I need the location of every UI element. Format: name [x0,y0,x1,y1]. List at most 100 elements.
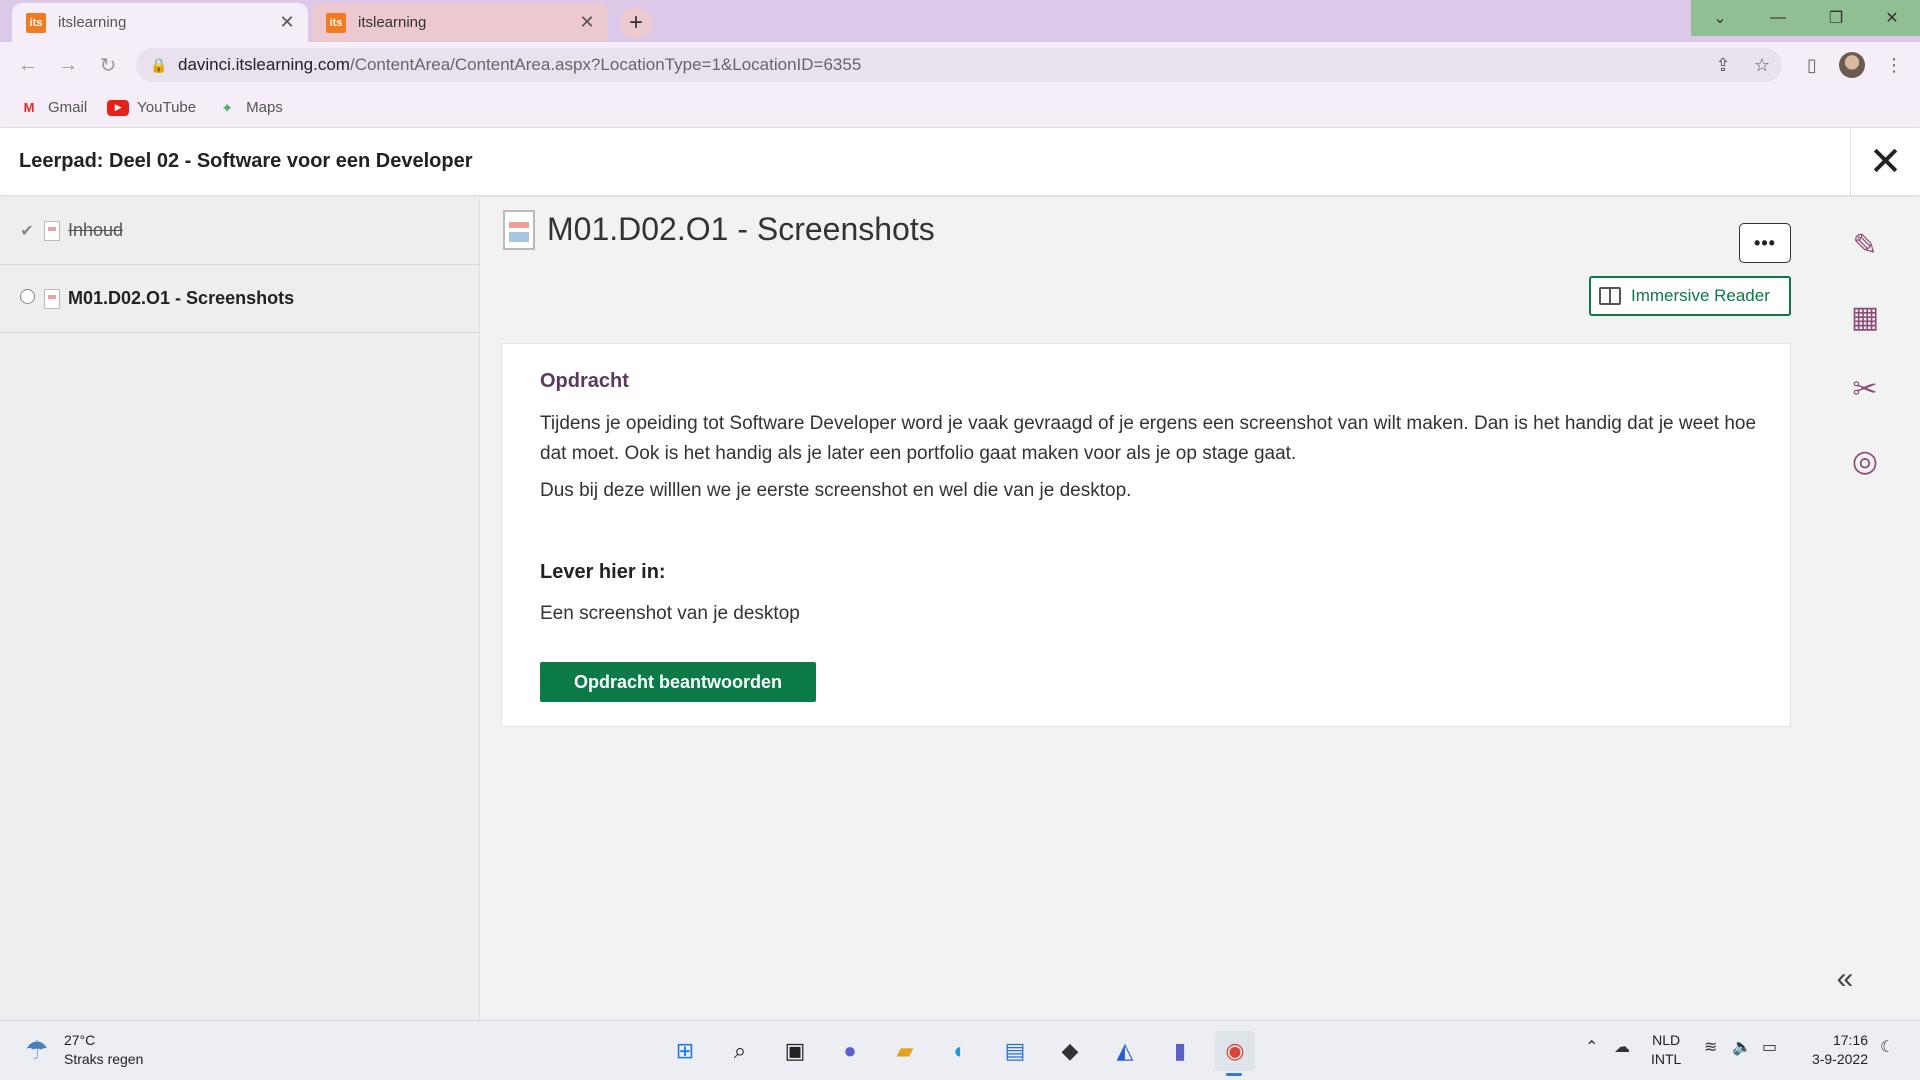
assignment-description: Tijdens je opeiding tot Software Develop… [540,413,1757,464]
assignment-title: M01.D02.O1 - Screenshots [547,211,935,247]
task-view-icon[interactable]: ▣ [775,1031,815,1071]
profile-avatar[interactable] [1839,52,1865,78]
clock-date: 3-9-2022 [1811,1051,1868,1067]
chrome-icon[interactable]: ◉ [1215,1031,1255,1071]
address-bar[interactable]: 🔒 davinci.itslearning.com/ContentArea/Co… [136,48,1782,82]
radio-circle-icon [18,288,36,309]
bookmark-label: Gmail [48,99,88,116]
immersive-reader-button[interactable]: Immersive Reader [1589,276,1791,316]
url-text: davinci.itslearning.com/ContentArea/Cont… [178,55,861,75]
bookmark-maps[interactable]: ⌖ Maps [216,99,283,116]
bookmarks-bar: M Gmail ▶ YouTube ⌖ Maps [0,88,1920,128]
section-heading-opdracht: Opdracht [540,370,629,392]
assignment-document-icon [503,210,535,250]
window-close-button[interactable]: ✕ [1864,0,1920,36]
weather-widget[interactable]: ☂ 27°C Straks regen [20,1031,143,1069]
itslearning-favicon-icon: its [326,12,346,33]
lock-icon[interactable]: 🔒 [150,57,167,74]
deliverable-text: Een screenshot van je desktop [540,603,800,624]
weather-text: 27°C Straks regen [64,1031,143,1069]
target-icon[interactable]: ◎ [1845,441,1885,481]
browser-tab-2[interactable]: its itslearning ✕ [312,3,608,42]
url-host: davinci.itslearning.com [178,55,350,74]
bookmark-star-icon[interactable]: ☆ [1750,53,1774,77]
double-chevron-left-icon[interactable]: « [1820,962,1870,996]
answer-assignment-button[interactable]: Opdracht beantwoorden [540,662,816,702]
immersive-reader-icon [1599,287,1621,305]
minimize-button[interactable]: — [1749,0,1807,36]
store-icon[interactable]: ▤ [995,1031,1035,1071]
windows-start-icon[interactable]: ⊞ [665,1031,705,1071]
more-options-button[interactable]: ••• [1739,223,1791,263]
weather-description: Straks regen [64,1051,144,1067]
pencil-icon[interactable]: ✎ [1845,225,1885,265]
gmail-icon: M [23,100,35,115]
main-content: M01.D02.O1 - Screenshots ••• Immersive R… [481,197,1810,1020]
maps-icon: ⌖ [223,99,231,115]
bookmark-label: YouTube [137,99,197,116]
checkmark-icon: ✔ [20,222,34,240]
close-icon: ✕ [1868,140,1903,184]
new-tab-button[interactable]: + [620,7,652,39]
language-indicator[interactable]: NLD INTL [1651,1031,1681,1069]
weather-temperature: 27°C [64,1032,96,1048]
unity-icon[interactable]: ◆ [1050,1031,1090,1071]
close-button[interactable]: ✕ [1850,128,1920,196]
vpn-app-icon[interactable]: ◭ [1105,1031,1145,1071]
search-icon[interactable]: ⌕ [720,1031,760,1071]
edge-icon[interactable]: ◐ [940,1031,980,1071]
umbrella-rain-icon: ☂ [25,1034,49,1065]
learning-path-sidebar: ✔ Inhoud M01.D02.O1 - Screenshots [0,197,480,1020]
right-tool-rail: ✎ ▦ ✂ ◎ [1811,197,1920,1020]
tab-close-icon[interactable]: ✕ [576,12,598,33]
volume-icon[interactable]: 🔈 [1732,1037,1752,1057]
document-icon [44,288,60,309]
itslearning-favicon-icon: its [26,12,46,33]
tab-close-icon[interactable]: ✕ [276,12,298,33]
back-arrow-icon[interactable]: ← [14,51,42,79]
sidebar-item-screenshots[interactable]: M01.D02.O1 - Screenshots [0,265,480,333]
tab-title: itslearning [58,14,127,31]
page-header: Leerpad: Deel 02 - Software voor een Dev… [0,128,1920,196]
sidebar-item-label: Inhoud [68,220,124,240]
system-clock[interactable]: 17:16 3-9-2022 [1800,1031,1868,1069]
sidebar-item-inhoud[interactable]: ✔ Inhoud [0,197,480,265]
section-heading-lever-in: Lever hier in: [540,561,666,583]
bookmark-label: Maps [246,99,283,116]
teams-icon[interactable]: ▮ [1160,1031,1200,1071]
document-icon [44,220,60,241]
calendar-icon[interactable]: ▦ [1845,297,1885,337]
assignment-instruction: Dus bij deze willlen we je eerste screen… [540,480,1132,501]
restore-button[interactable]: ❐ [1807,0,1865,36]
keyboard-layout: INTL [1651,1051,1682,1067]
windows-taskbar: ☂ 27°C Straks regen ⊞ ⌕ ▣ ● ▰ ◐ ▤ ◆ ◭ ▮ … [0,1020,1920,1080]
immersive-reader-label: Immersive Reader [1631,286,1770,305]
focus-moon-icon[interactable]: ☾ [1880,1037,1894,1057]
forward-arrow-icon[interactable]: → [54,51,82,79]
reload-icon[interactable]: ↻ [94,51,122,79]
sidebar-item-label: M01.D02.O1 - Screenshots [68,288,295,308]
assignment-card: Opdracht Tijdens je opeiding tot Softwar… [501,343,1791,727]
language-code: NLD [1652,1032,1681,1048]
side-panel-icon[interactable]: ▯ [1798,51,1826,79]
chat-icon[interactable]: ● [830,1031,870,1071]
browser-tab-1[interactable]: its itslearning ✕ [12,3,308,42]
page-title: Leerpad: Deel 02 - Software voor een Dev… [19,150,473,172]
file-explorer-icon[interactable]: ▰ [885,1031,925,1071]
clock-time: 17:16 [1832,1032,1868,1048]
chevron-up-icon[interactable]: ⌃ [1585,1037,1598,1057]
wifi-icon[interactable]: ≋ [1704,1037,1717,1057]
onedrive-cloud-icon[interactable]: ☁ [1614,1037,1630,1057]
browser-toolbar: ← → ↻ 🔒 davinci.itslearning.com/ContentA… [0,42,1920,88]
youtube-icon: ▶ [107,99,130,116]
tab-search-button[interactable]: ⌄ [1691,0,1749,36]
tab-title: itslearning [358,14,427,31]
bookmark-gmail[interactable]: M Gmail [18,99,88,116]
bookmark-youtube[interactable]: ▶ YouTube [107,99,196,116]
battery-icon[interactable]: ▭ [1762,1037,1777,1057]
chrome-menu-icon[interactable]: ⋮ [1880,51,1908,79]
share-icon[interactable]: ⇪ [1711,53,1735,77]
tools-icon[interactable]: ✂ [1845,369,1885,409]
browser-titlebar: its itslearning ✕ its itslearning ✕ + ⌄ … [0,0,1920,42]
active-app-indicator [1226,1073,1242,1076]
